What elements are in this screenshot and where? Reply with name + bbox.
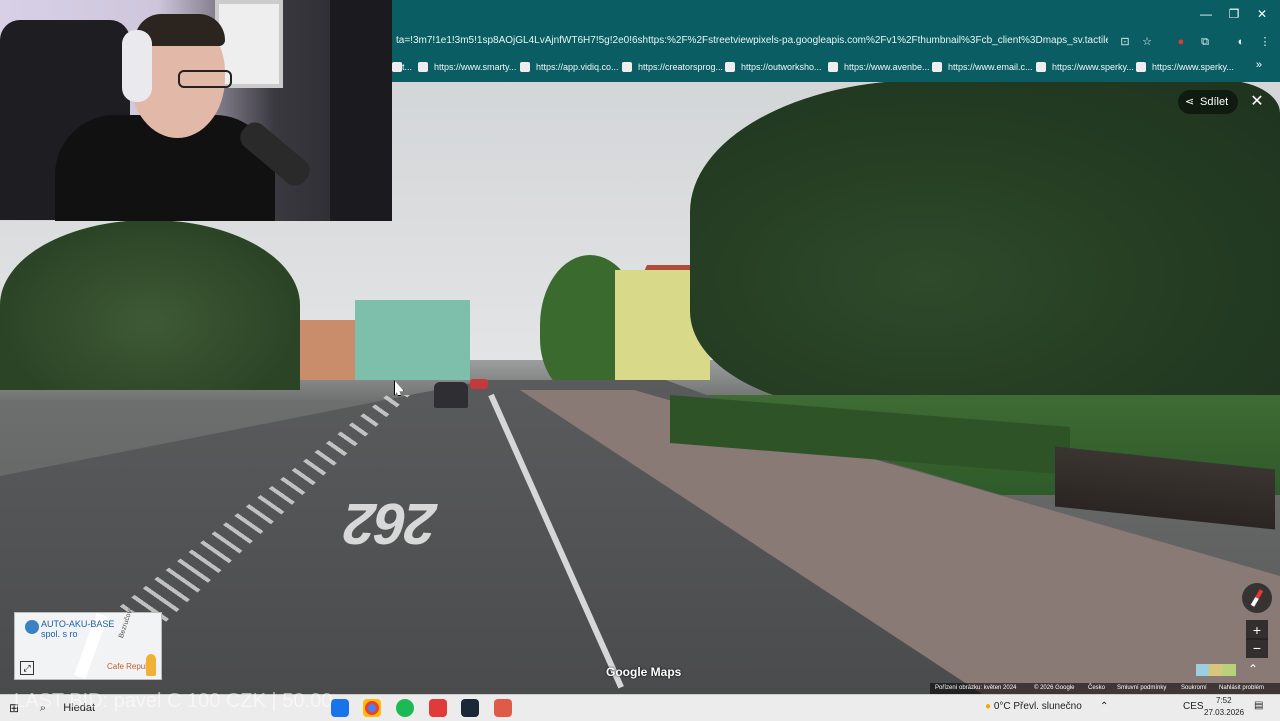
- building-green-mural: [355, 300, 470, 380]
- taskbar-app-icon[interactable]: [331, 699, 349, 717]
- stream-overlay-text: LAST BID: pavel C 100 CZK | 50.00: [14, 690, 333, 712]
- taskbar-app-icon[interactable]: [494, 699, 512, 717]
- google-maps-logo: Google Maps: [606, 665, 682, 679]
- shelf: [330, 0, 392, 221]
- bookmark-item[interactable]: https://www.sperky...: [1136, 59, 1234, 75]
- bookmark-item[interactable]: https://www.smarty...: [418, 59, 516, 75]
- minimize-icon[interactable]: —: [1198, 6, 1214, 22]
- minimap-place-name: AUTO-AKU-BASE: [41, 619, 115, 629]
- collapse-chevron-icon[interactable]: ⌃: [1248, 662, 1258, 676]
- minimap-poi-label: Cafe Republ: [107, 662, 152, 671]
- bookmark-item[interactable]: https://www.avenbe...: [828, 59, 930, 75]
- terms-link[interactable]: Smluvní podmínky: [1117, 685, 1166, 691]
- extension-red-icon[interactable]: ●: [1174, 35, 1188, 49]
- place-pin-icon: [25, 620, 39, 634]
- url-text[interactable]: ta=!3m7!1e1!3m5!1sp8AOjGL4LvAjnfWT6H7!5g…: [396, 35, 1108, 46]
- clock-time[interactable]: 7:52: [1216, 696, 1232, 705]
- bookmark-item[interactable]: dat...: [392, 59, 412, 75]
- report-problem-link[interactable]: Nahlásit problém: [1219, 685, 1264, 691]
- country-link[interactable]: Česko: [1088, 685, 1105, 691]
- compass-icon[interactable]: [1242, 583, 1272, 613]
- address-bar[interactable]: ta=!3m7!1e1!3m5!1sp8AOjGL4LvAjnfWT6H7!5g…: [392, 30, 1280, 54]
- webcam-overlay: [0, 0, 392, 221]
- bookmark-star-icon[interactable]: ☆: [1140, 35, 1154, 49]
- weather-sun-icon: ●: [985, 701, 992, 712]
- headset: [122, 30, 152, 102]
- mouse-cursor: [394, 380, 404, 396]
- bookmark-item[interactable]: https://outworksho...: [725, 59, 822, 75]
- trees-left: [0, 220, 300, 390]
- restore-icon[interactable]: ❐: [1226, 6, 1242, 22]
- zoom-out-button[interactable]: −: [1246, 638, 1268, 658]
- minimap-place-sub: spol. s ro: [41, 629, 78, 639]
- privacy-link[interactable]: Soukromí: [1181, 685, 1207, 691]
- zoom-in-button[interactable]: +: [1246, 620, 1268, 640]
- glasses: [178, 70, 232, 88]
- bookmark-item[interactable]: https://www.email.c...: [932, 59, 1033, 75]
- chrome-icon[interactable]: [363, 699, 381, 717]
- car-red: [470, 379, 488, 389]
- bookmark-item[interactable]: https://app.vidiq.co...: [520, 59, 619, 75]
- copyright: © 2026 Google: [1034, 685, 1075, 691]
- minimap-place: AUTO-AKU-BASE spol. s ro: [41, 619, 114, 639]
- minimap[interactable]: AUTO-AKU-BASE spol. s ro Bezručova Cafe …: [14, 606, 162, 680]
- install-app-icon[interactable]: ⊡: [1118, 35, 1132, 49]
- weather-widget[interactable]: ● 0°C Převl. slunečno: [985, 701, 1082, 712]
- spotify-icon[interactable]: [396, 699, 414, 717]
- close-window-icon[interactable]: ✕: [1254, 6, 1270, 22]
- car: [434, 382, 468, 408]
- trees-right: [690, 80, 1280, 410]
- bookmark-item[interactable]: https://creatorsprog...: [622, 59, 723, 75]
- taskbar-app-icon[interactable]: [429, 699, 447, 717]
- layers-thumbnails[interactable]: [1196, 664, 1236, 676]
- building-red: [300, 320, 360, 380]
- bookmarks-bar: dat... https://www.smarty... https://app…: [392, 58, 1280, 76]
- language-indicator[interactable]: CES: [1183, 701, 1204, 712]
- steam-icon[interactable]: [461, 699, 479, 717]
- notifications-icon[interactable]: ▤: [1254, 700, 1263, 711]
- more-bookmarks-icon[interactable]: »: [1256, 59, 1262, 71]
- extensions-puzzle-icon[interactable]: ⧉: [1198, 35, 1212, 49]
- capture-date: Pořízení obrázku: květen 2024: [935, 685, 1017, 691]
- expand-map-icon[interactable]: ⤢: [20, 661, 34, 675]
- clock-date[interactable]: 27.03.2026: [1204, 708, 1244, 717]
- close-street-view-button[interactable]: ✕: [1246, 90, 1268, 114]
- share-button[interactable]: ⋖ Sdílet: [1178, 90, 1239, 114]
- pegman-icon[interactable]: [146, 654, 156, 676]
- profile-avatar-icon[interactable]: ◐: [1234, 35, 1248, 49]
- road-number-marking: 262: [338, 491, 443, 556]
- bookmark-item[interactable]: https://www.sperky...: [1036, 59, 1134, 75]
- share-label: Sdílet: [1200, 96, 1229, 108]
- tray-chevron-icon[interactable]: ⌃: [1100, 701, 1108, 712]
- menu-kebab-icon[interactable]: ⋮: [1258, 35, 1272, 49]
- weather-text: 0°C Převl. slunečno: [993, 701, 1082, 712]
- share-icon: ⋖: [1185, 96, 1195, 108]
